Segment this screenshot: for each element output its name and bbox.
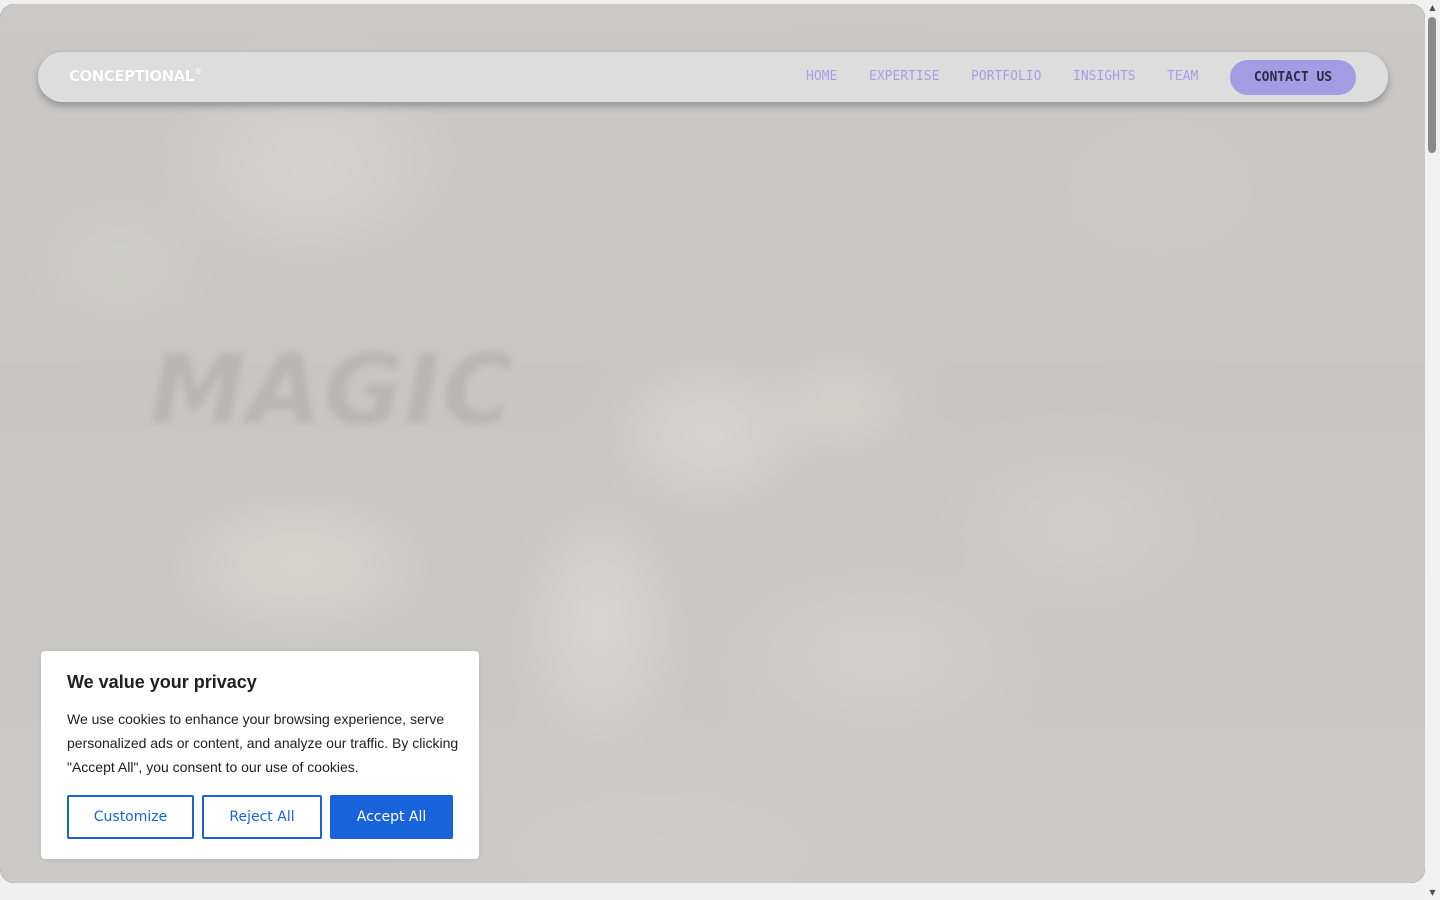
accept-all-button[interactable]: Accept All bbox=[330, 795, 453, 839]
vertical-scrollbar[interactable]: ▲ ▼ bbox=[1425, 0, 1440, 900]
reject-all-button[interactable]: Reject All bbox=[202, 795, 322, 839]
nav-item-expertise[interactable]: EXPERTISE bbox=[869, 69, 939, 84]
customize-button[interactable]: Customize bbox=[67, 795, 194, 839]
hero-background-word: MAGIC bbox=[150, 334, 515, 446]
brand-logo[interactable]: CONCEPTIONAL® bbox=[69, 67, 203, 85]
logo-registered-mark: ® bbox=[193, 67, 203, 77]
cookie-banner-description: We use cookies to enhance your browsing … bbox=[67, 711, 459, 775]
logo-text: CONCEPTIONAL bbox=[69, 67, 194, 85]
nav-item-portfolio[interactable]: PORTFOLIO bbox=[971, 69, 1041, 84]
scrollbar-thumb[interactable] bbox=[1428, 17, 1436, 153]
cookie-banner-title: We value your privacy bbox=[67, 672, 257, 692]
nav-item-insights[interactable]: INSIGHTS bbox=[1073, 69, 1136, 84]
scroll-down-arrow-icon[interactable]: ▼ bbox=[1425, 885, 1440, 900]
page-viewport: MAGIC CONCEPTIONAL® HOME EXPERTISE PORTF… bbox=[0, 0, 1425, 900]
scroll-up-arrow-icon[interactable]: ▲ bbox=[1425, 0, 1440, 15]
main-navbar: CONCEPTIONAL® HOME EXPERTISE PORTFOLIO I… bbox=[38, 52, 1388, 102]
cookie-consent-banner: We value your privacy We use cookies to … bbox=[41, 651, 479, 859]
nav-item-home[interactable]: HOME bbox=[806, 69, 837, 84]
contact-us-button[interactable]: CONTACT US bbox=[1230, 60, 1356, 95]
nav-item-team[interactable]: TEAM bbox=[1167, 69, 1198, 84]
